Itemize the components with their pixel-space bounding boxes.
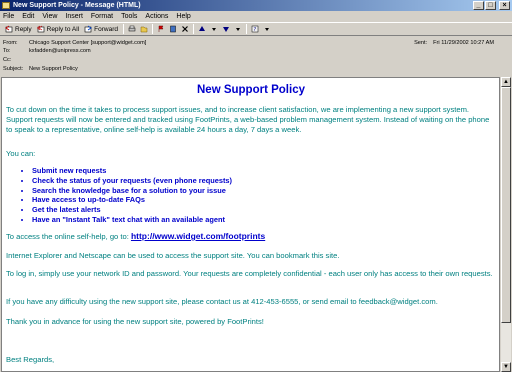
toolbar-separator — [123, 24, 124, 34]
list-item: Search the knowledge base for a solution… — [32, 186, 232, 196]
message-header: From: Chicago Support Center [support@wi… — [0, 37, 512, 77]
move-to-folder-icon[interactable] — [140, 25, 148, 33]
from-label: From: — [3, 40, 18, 46]
title-bar: New Support Policy - Message (HTML) _ □ … — [0, 0, 512, 11]
toolbar-separator — [246, 24, 247, 34]
vertical-scrollbar[interactable]: ▲ ▼ — [501, 77, 511, 372]
reply-all-button[interactable]: Reply to All — [35, 24, 82, 35]
next-item-icon[interactable] — [222, 25, 230, 33]
scroll-down-button[interactable]: ▼ — [501, 362, 511, 372]
menu-tools[interactable]: Tools — [121, 13, 137, 20]
message-body[interactable]: New Support Policy To cut down on the ti… — [1, 77, 500, 372]
feature-list: Submit new requests Check the status of … — [26, 166, 232, 225]
maximize-button[interactable]: □ — [485, 1, 496, 10]
scrollbar-thumb[interactable] — [501, 87, 511, 323]
menu-view[interactable]: View — [42, 13, 57, 20]
previous-item-icon[interactable] — [198, 25, 206, 33]
reply-label: Reply — [15, 25, 32, 33]
flag-icon[interactable] — [157, 25, 165, 33]
reply-button[interactable]: Reply — [3, 24, 34, 35]
toolbar: Reply Reply to All Forward ? — [0, 22, 512, 36]
sent-row: Sent: Fri 11/29/2002 10:27 AM — [408, 40, 494, 46]
close-button[interactable]: × — [499, 1, 510, 10]
menu-bar: File Edit View Insert Format Tools Actio… — [0, 11, 512, 21]
scroll-up-button[interactable]: ▲ — [501, 77, 511, 87]
menu-insert[interactable]: Insert — [65, 13, 83, 20]
intro-paragraph: To cut down on the time it takes to proc… — [6, 105, 490, 134]
menu-edit[interactable]: Edit — [22, 13, 34, 20]
print-icon[interactable] — [128, 25, 136, 33]
access-paragraph: To access the online self-help, go to: h… — [6, 231, 496, 242]
list-item: Check the status of your requests (even … — [32, 176, 232, 186]
subject-value: New Support Policy — [29, 66, 78, 72]
sent-value: Fri 11/29/2002 10:27 AM — [433, 40, 494, 46]
cc-label: Cc: — [3, 57, 12, 63]
chevron-down-icon[interactable] — [263, 25, 271, 33]
reply-icon — [5, 25, 13, 33]
help-icon[interactable]: ? — [251, 25, 259, 33]
login-paragraph: To log in, simply use your network ID an… — [6, 269, 493, 278]
minimize-button[interactable]: _ — [473, 1, 484, 10]
menu-help[interactable]: Help — [176, 13, 190, 20]
subject-label: Subject: — [3, 66, 24, 72]
address-book-icon[interactable] — [169, 25, 177, 33]
cc-row: Cc: — [3, 57, 29, 65]
envelope-icon — [2, 2, 10, 9]
svg-text:?: ? — [254, 27, 257, 33]
difficulty-paragraph: If you have any difficulty using the new… — [6, 297, 438, 306]
thanks-paragraph: Thank you in advance for using the new s… — [6, 317, 264, 326]
from-row: From: Chicago Support Center [support@wi… — [3, 40, 146, 48]
menu-actions[interactable]: Actions — [145, 13, 168, 20]
reply-all-icon — [36, 25, 44, 33]
delete-icon[interactable] — [181, 25, 189, 33]
reply-all-label: Reply to All — [46, 25, 80, 33]
forward-icon — [84, 25, 92, 33]
window-title: New Support Policy - Message (HTML) — [13, 2, 141, 9]
toolbar-separator — [152, 24, 153, 34]
to-row: To: kxfadden@unipress.com — [3, 48, 91, 56]
list-item: Get the latest alerts — [32, 205, 232, 215]
to-label: To: — [3, 48, 11, 54]
browsers-paragraph: Internet Explorer and Netscape can be us… — [6, 251, 340, 260]
closing-text: Best Regards, — [6, 355, 55, 364]
list-item: Have an "Instant Talk" text chat with an… — [32, 215, 232, 225]
list-item: Have access to up-to-date FAQs — [32, 195, 232, 205]
chevron-down-icon[interactable] — [234, 25, 242, 33]
access-text: To access the online self-help, go to: — [6, 232, 131, 241]
forward-label: Forward — [94, 25, 118, 33]
list-item: Submit new requests — [32, 166, 232, 176]
forward-button[interactable]: Forward — [82, 24, 120, 35]
from-value[interactable]: Chicago Support Center [support@widget.c… — [29, 40, 146, 48]
chevron-down-icon[interactable] — [210, 25, 218, 33]
menu-format[interactable]: Format — [91, 13, 113, 20]
footprints-link[interactable]: http://www.widget.com/footprints — [131, 231, 265, 241]
subject-row: Subject: New Support Policy — [3, 66, 78, 74]
menu-file[interactable]: File — [3, 13, 14, 20]
you-can-text: You can: — [6, 149, 36, 158]
sent-label: Sent: — [414, 40, 428, 46]
message-title: New Support Policy — [197, 84, 305, 96]
toolbar-separator — [193, 24, 194, 34]
to-value[interactable]: kxfadden@unipress.com — [29, 48, 91, 56]
